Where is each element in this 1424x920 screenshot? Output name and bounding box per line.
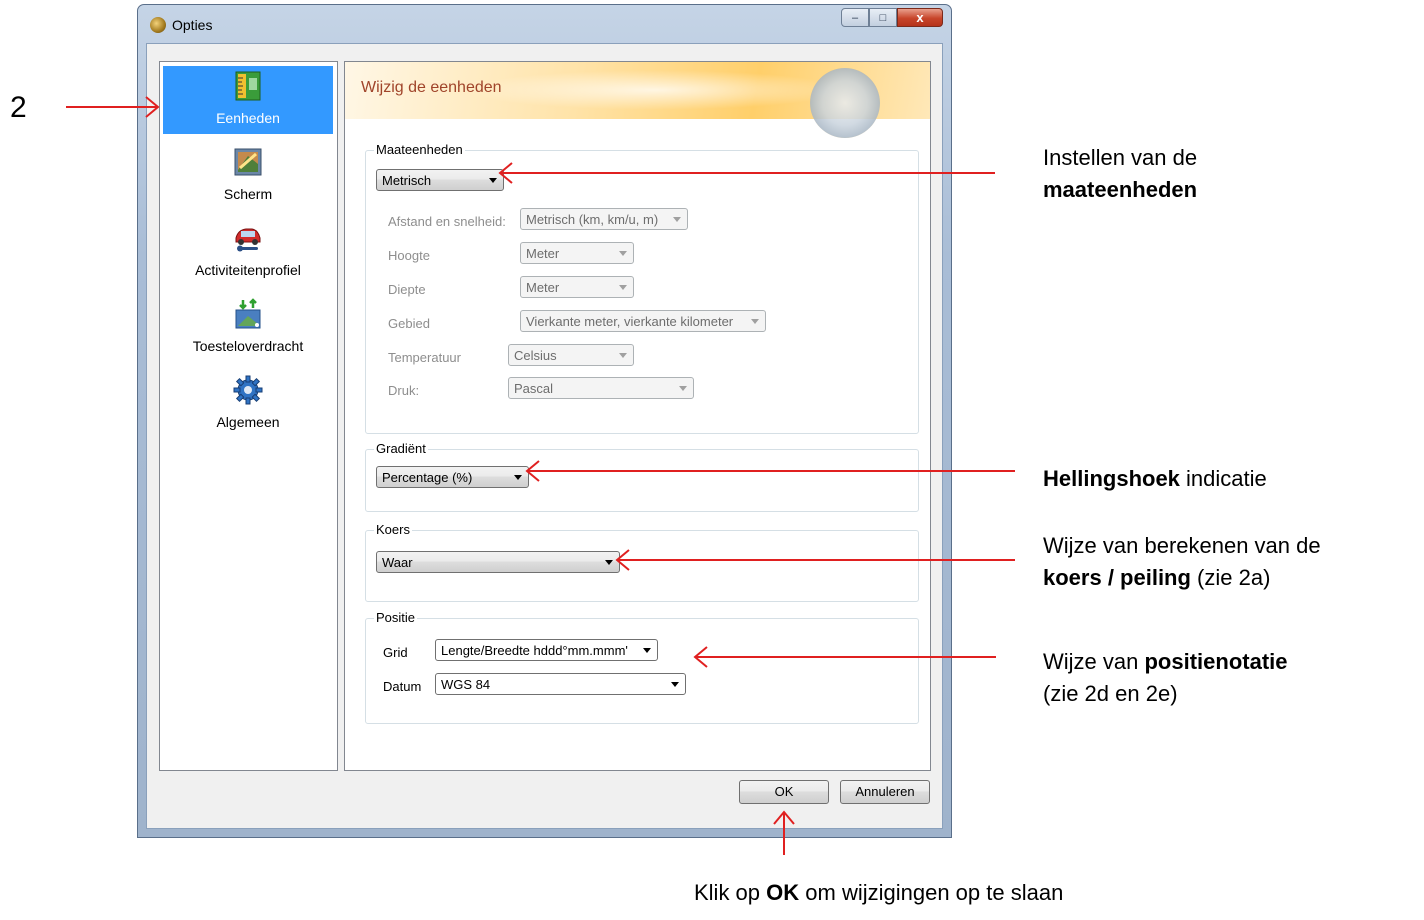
- arrow-to-gradient: [525, 460, 1015, 482]
- slope-annotation: Hellingshoek indicatie: [1043, 466, 1267, 491]
- course-annotation: Wijze van berekenen van de koers / peilin…: [1043, 533, 1321, 590]
- arrow-to-eenheden: [66, 96, 160, 118]
- arrow-to-position: [693, 646, 996, 668]
- arrow-to-unit-system: [498, 162, 995, 184]
- units-annotation: Instellen van de maateenheden: [1043, 145, 1198, 202]
- arrow-to-course: [615, 549, 1015, 571]
- ok-annotation: Klik op OK om wijzigingen op te slaan: [694, 880, 1064, 905]
- arrow-to-ok: [773, 810, 795, 855]
- annotation-arrows: [66, 96, 1015, 855]
- position-annotation: Wijze van positienotatie (zie 2d en 2e): [1043, 649, 1288, 706]
